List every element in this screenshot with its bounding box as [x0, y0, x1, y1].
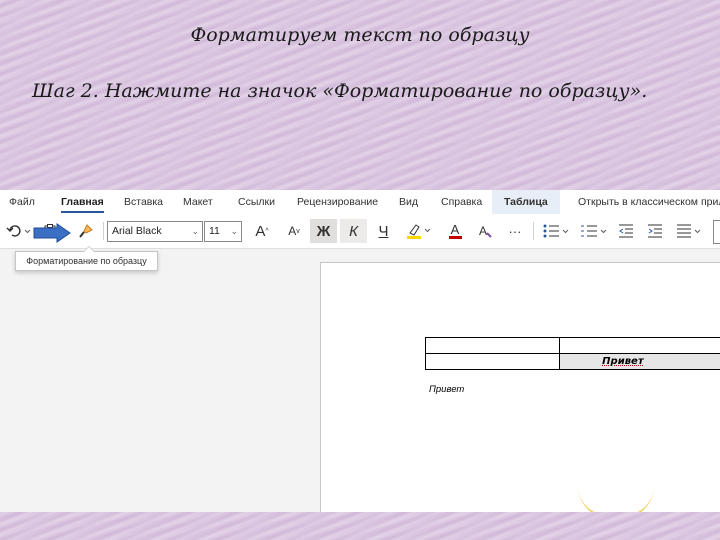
open-desktop-button[interactable]: Открыть в классическом прил [578, 196, 720, 208]
tab-layout[interactable]: Макет [183, 196, 213, 208]
tab-help[interactable]: Справка [441, 196, 482, 208]
format-painter-button[interactable] [74, 219, 98, 243]
font-color-letter: A [450, 222, 460, 237]
tab-view[interactable]: Вид [399, 196, 418, 208]
undo-icon [6, 225, 31, 237]
grow-font-button[interactable]: A ^ [250, 219, 274, 243]
table-row: Привет [424, 353, 720, 370]
font-name-combo[interactable]: Arial Black ⌄ [107, 221, 203, 242]
shrink-font-button[interactable]: Av [282, 219, 306, 243]
svg-text:A: A [479, 224, 487, 238]
tab-insert[interactable]: Вставка [124, 196, 163, 208]
font-color-button[interactable]: A [439, 219, 471, 243]
italic-button[interactable]: К [340, 219, 367, 243]
decrease-indent-button[interactable] [614, 219, 638, 243]
font-color-swatch [448, 236, 462, 239]
slide-title: Форматируем текст по образцу [190, 24, 530, 46]
ribbon-toolbar: Arial Black ⌄ 11 ⌄ A ^ Av Ж К Ч A A ··· [0, 214, 720, 249]
increase-indent-icon [648, 224, 662, 238]
highlighter-icon [407, 224, 431, 239]
more-options-button[interactable]: ··· [503, 219, 527, 243]
clear-formatting-button[interactable]: A [475, 219, 497, 243]
numbering-icon [581, 225, 607, 237]
table-row [424, 337, 720, 354]
highlight-button[interactable] [403, 219, 435, 243]
numbering-button[interactable] [578, 219, 612, 243]
table-cell[interactable] [559, 337, 720, 354]
increase-indent-button[interactable] [643, 219, 667, 243]
tab-file[interactable]: Файл [9, 196, 35, 208]
format-painter-icon [79, 224, 93, 238]
font-size-value: 11 [209, 225, 220, 237]
tab-home[interactable]: Главная [61, 196, 104, 213]
align-button[interactable] [674, 219, 708, 243]
document-page[interactable]: Привет Привет [320, 262, 720, 512]
bold-button[interactable]: Ж [310, 219, 337, 243]
decrease-indent-icon [619, 224, 633, 238]
chevron-down-icon: ⌄ [191, 226, 199, 236]
font-name-value: Arial Black [112, 225, 162, 237]
format-painter-tooltip: Форматирование по образцу [15, 246, 158, 271]
bullets-button[interactable] [540, 219, 574, 243]
tab-table[interactable]: Таблица [492, 190, 560, 214]
bullets-icon [543, 224, 569, 238]
shrink-font-icon: A [288, 224, 297, 238]
table-cell-privet[interactable]: Привет [559, 353, 720, 370]
table-cell[interactable] [424, 353, 561, 370]
toolbar-separator [533, 222, 534, 240]
slide-step-text: Шаг 2. Нажмите на значок «Форматирование… [32, 80, 648, 102]
tab-review[interactable]: Рецензирование [297, 196, 378, 208]
align-icon [677, 224, 701, 238]
clear-formatting-icon: A [479, 224, 492, 238]
chevron-down-icon: ⌄ [230, 226, 238, 236]
ribbon-tabs: Файл Главная Вставка Макет Ссылки Реценз… [0, 190, 720, 214]
blue-arrow-pointer [33, 223, 71, 243]
grow-font-icon: A [255, 222, 266, 240]
underline-button[interactable]: Ч [370, 219, 397, 243]
toolbar-separator [103, 222, 104, 240]
document-paragraph[interactable]: Привет [429, 384, 464, 395]
decorative-shape [578, 486, 654, 512]
document-table[interactable]: Привет [424, 337, 720, 370]
font-size-combo[interactable]: 11 ⌄ [204, 221, 242, 242]
undo-button[interactable] [4, 219, 34, 243]
tab-references[interactable]: Ссылки [238, 196, 275, 208]
styles-gallery[interactable] [713, 220, 720, 244]
word-app-window: Файл Главная Вставка Макет Ссылки Реценз… [0, 190, 720, 512]
table-cell[interactable] [424, 337, 561, 354]
